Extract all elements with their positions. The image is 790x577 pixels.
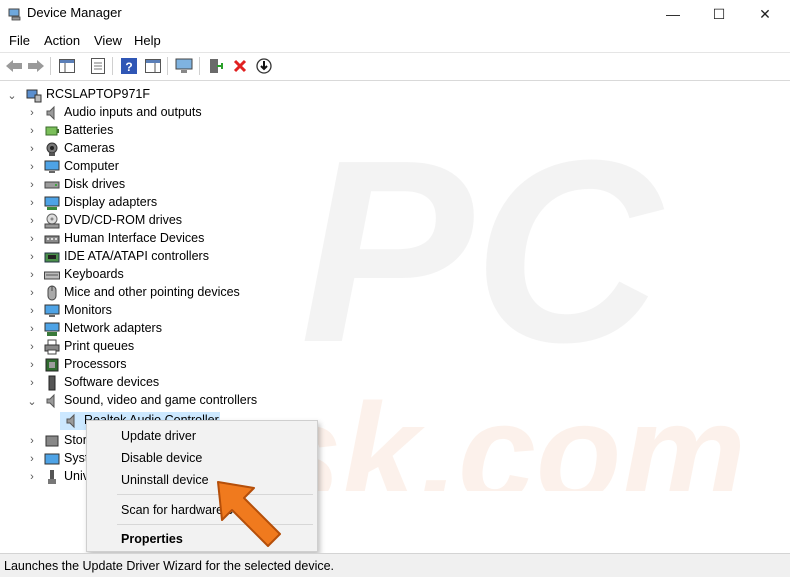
chevron-right-icon[interactable]: ›	[26, 212, 38, 230]
tree-item-label: Syst	[64, 451, 89, 465]
close-button[interactable]: ✕	[742, 0, 788, 28]
system-icon	[44, 453, 60, 465]
tree-root-label: RCSLAPTOP971F	[46, 87, 150, 101]
chevron-right-icon[interactable]: ›	[26, 284, 38, 302]
chevron-right-icon[interactable]: ›	[26, 356, 38, 374]
show-hide-console-tree-icon[interactable]	[57, 56, 77, 76]
menu-view[interactable]: View	[94, 33, 122, 48]
chevron-right-icon[interactable]: ›	[26, 320, 38, 338]
display-adapter-icon	[44, 196, 60, 210]
disk-drive-icon	[44, 181, 60, 189]
tree-item-label: Stor	[64, 433, 87, 447]
menu-file[interactable]: File	[9, 33, 30, 48]
maximize-button[interactable]: ☐	[696, 0, 742, 28]
chevron-right-icon[interactable]: ›	[26, 266, 38, 284]
tree-item-label: Processors	[64, 357, 127, 371]
chevron-right-icon[interactable]: ›	[26, 104, 38, 122]
speaker-icon	[66, 413, 75, 429]
menu-help[interactable]: Help	[134, 33, 161, 48]
svg-text:PC: PC	[300, 111, 664, 397]
speaker-icon	[46, 393, 55, 409]
action-pane-icon[interactable]	[143, 56, 163, 76]
chevron-right-icon[interactable]: ›	[26, 194, 38, 212]
chevron-right-icon[interactable]: ›	[26, 176, 38, 194]
chevron-right-icon[interactable]: ›	[26, 122, 38, 140]
chevron-right-icon[interactable]: ›	[26, 140, 38, 158]
menu-properties[interactable]: Properties	[121, 532, 183, 546]
dvd-drive-icon	[44, 213, 60, 229]
camera-icon	[46, 142, 58, 156]
tree-item-label: Audio inputs and outputs	[64, 105, 202, 119]
pointer-arrow-icon	[217, 481, 281, 547]
tree-item-label: Network adapters	[64, 321, 162, 335]
watermark-logo: PC risk.com	[290, 111, 746, 491]
forward-icon[interactable]	[26, 56, 46, 76]
mouse-icon	[47, 285, 57, 301]
processor-icon	[45, 358, 59, 372]
tree-item-label: IDE ATA/ATAPI controllers	[64, 249, 209, 263]
tree-item-label: Sound, video and game controllers	[64, 393, 258, 407]
svg-text:?: ?	[125, 60, 132, 74]
chevron-down-icon[interactable]: ⌄	[26, 392, 38, 410]
network-adapter-icon	[44, 322, 60, 336]
svg-text:risk.com: risk.com	[290, 374, 746, 491]
scan-hardware-icon[interactable]	[174, 56, 194, 76]
storage-icon	[45, 435, 59, 447]
tree-item-label: Cameras	[64, 141, 115, 155]
device-manager-icon	[8, 8, 21, 21]
ide-controller-icon	[44, 252, 60, 263]
title-bar: Device Manager — ☐ ✕	[0, 0, 790, 28]
tree-item-label: DVD/CD-ROM drives	[64, 213, 183, 227]
status-bar: Launches the Update Driver Wizard for th…	[0, 553, 790, 577]
uninstall-icon[interactable]	[230, 56, 250, 76]
chevron-right-icon[interactable]: ›	[26, 230, 38, 248]
tree-item-label: Software devices	[64, 375, 160, 389]
tree-item-label: Display adapters	[64, 195, 158, 209]
chevron-right-icon[interactable]: ›	[26, 374, 38, 392]
status-text: Launches the Update Driver Wizard for th…	[4, 559, 335, 573]
tree-item-label: Disk drives	[64, 177, 126, 191]
chevron-right-icon[interactable]: ›	[26, 302, 38, 320]
printer-icon	[44, 339, 60, 355]
chevron-right-icon[interactable]: ›	[26, 248, 38, 266]
tree-item-label: Print queues	[64, 339, 135, 353]
chevron-right-icon[interactable]: ›	[26, 450, 38, 468]
chevron-down-icon[interactable]: ⌄	[6, 86, 18, 104]
toolbar: ?	[0, 52, 790, 78]
usb-icon	[48, 470, 56, 484]
hid-icon	[44, 235, 60, 244]
update-driver-icon[interactable]	[206, 56, 226, 76]
menu-uninstall-device[interactable]: Uninstall device	[121, 473, 209, 487]
window-title: Device Manager	[27, 5, 122, 20]
monitor-icon	[44, 304, 60, 317]
chevron-right-icon[interactable]: ›	[26, 468, 38, 486]
battery-icon	[45, 126, 59, 136]
help-icon[interactable]: ?	[119, 56, 139, 76]
back-icon[interactable]	[4, 56, 24, 76]
tree-item-label: Mice and other pointing devices	[64, 285, 240, 299]
minimize-button[interactable]: —	[650, 0, 696, 28]
software-device-icon	[48, 375, 56, 391]
tree-item-label: Computer	[64, 159, 119, 173]
chevron-right-icon[interactable]: ›	[26, 158, 38, 176]
tree-item-label: Batteries	[64, 123, 114, 137]
menu-bar: File Action View Help	[0, 30, 790, 52]
keyboard-icon	[44, 271, 60, 280]
computer-root-icon	[26, 89, 42, 103]
tree-item-label: Keyboards	[64, 267, 124, 281]
tree-item-label: Monitors	[64, 303, 112, 317]
disable-icon[interactable]	[254, 56, 274, 76]
menu-action[interactable]: Action	[44, 33, 80, 48]
speaker-icon	[46, 105, 55, 121]
tree-item-label: Human Interface Devices	[64, 231, 205, 245]
properties-icon[interactable]	[88, 56, 108, 76]
menu-update-driver[interactable]: Update driver	[121, 429, 196, 443]
monitor-icon	[44, 160, 60, 173]
menu-disable-device[interactable]: Disable device	[121, 451, 202, 465]
chevron-right-icon[interactable]: ›	[26, 432, 38, 450]
chevron-right-icon[interactable]: ›	[26, 338, 38, 356]
